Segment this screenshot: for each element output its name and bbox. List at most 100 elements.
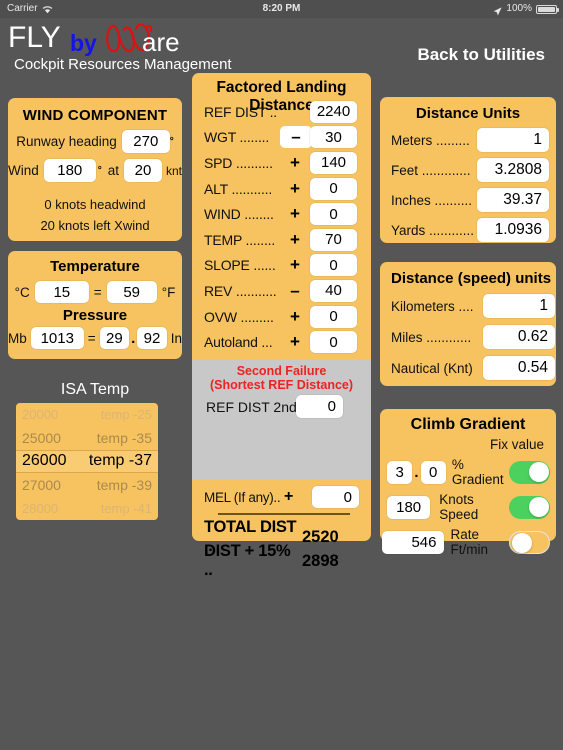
- table-row: TEMP ........ + 70: [192, 227, 371, 253]
- toggle-knob: [528, 462, 549, 482]
- isa-altitude-label: 26000: [22, 452, 67, 470]
- pressure-row: Mb 1013 = 29 . 92 In: [8, 327, 182, 349]
- wind-label: Wind: [8, 163, 39, 178]
- row-sign[interactable]: +: [280, 153, 310, 173]
- climb-gradient-panel: Climb Gradient Fix value 3 . 0 % Gradien…: [380, 409, 556, 557]
- isa-temp-option[interactable]: 20000 temp -25: [16, 403, 158, 426]
- isa-temp-option[interactable]: 27000 temp -39: [16, 473, 158, 496]
- table-row: Feet ............. 3.2808: [380, 158, 556, 182]
- second-failure-subtitle: (Shortest REF Distance): [209, 378, 354, 392]
- pressure-title: Pressure: [62, 307, 128, 324]
- inches-input[interactable]: 39.37: [477, 188, 549, 212]
- row-sign-toggle[interactable]: –: [280, 126, 312, 149]
- row-input[interactable]: 140: [310, 151, 357, 174]
- celsius-unit-label: °C: [14, 284, 30, 300]
- row-label: SPD ..........: [204, 154, 273, 171]
- row-input[interactable]: 0: [310, 305, 357, 328]
- gradient-label: % Gradient: [451, 457, 504, 487]
- equals-sign-2: =: [87, 330, 96, 346]
- yards-input[interactable]: 1.0936: [477, 218, 549, 242]
- knots-speed-input[interactable]: 180: [387, 495, 431, 519]
- nautical-input[interactable]: 0.54: [483, 356, 555, 380]
- knots-fix-toggle[interactable]: [509, 495, 550, 519]
- row-input[interactable]: 0: [310, 254, 357, 277]
- battery-full-icon: [536, 4, 559, 14]
- row-sign[interactable]: +: [280, 179, 310, 199]
- table-row: OVW ......... + 0: [192, 304, 371, 330]
- runway-heading-input[interactable]: 270: [121, 130, 170, 153]
- meters-input[interactable]: 1: [477, 128, 549, 152]
- celsius-input[interactable]: 15: [34, 281, 89, 303]
- feet-input[interactable]: 3.2808: [477, 158, 549, 182]
- row-label: OVW .........: [204, 308, 274, 325]
- row-label: TEMP ........: [204, 231, 276, 248]
- at-label: at: [107, 163, 120, 178]
- row-input[interactable]: 70: [310, 228, 357, 251]
- row-sign[interactable]: +: [280, 255, 310, 275]
- miles-input[interactable]: 0.62: [483, 325, 555, 349]
- row-input[interactable]: 30: [310, 126, 357, 149]
- gradient-decimal-point: .: [414, 463, 419, 481]
- millibar-input[interactable]: 1013: [30, 327, 84, 349]
- row-sign[interactable]: +: [280, 230, 310, 250]
- dist-plus-15-value: 2898: [302, 551, 339, 570]
- gradient-integer-input[interactable]: 3: [387, 460, 413, 484]
- row-sign[interactable]: +: [280, 204, 310, 224]
- row-input[interactable]: 0: [310, 331, 357, 354]
- isa-altitude-label: 20000: [22, 407, 59, 423]
- isa-temp-option[interactable]: 25000 temp -35: [16, 426, 158, 449]
- row-input[interactable]: 2240: [310, 100, 357, 123]
- temperature-panel: Temperature °C 15 = 59 °F Pressure Mb 10…: [8, 251, 182, 359]
- ref-dist-2nd-input[interactable]: 0: [296, 395, 343, 418]
- isa-altitude-label: 27000: [22, 476, 61, 493]
- row-sign[interactable]: +: [280, 307, 310, 327]
- table-row: WGT ........ – 30: [192, 125, 371, 151]
- row-label: WGT ........: [204, 129, 270, 146]
- back-to-utilities-button[interactable]: Back to Utilities: [417, 45, 545, 65]
- wind-direction-input[interactable]: 180: [43, 159, 96, 182]
- battery-percent-label: 100%: [506, 3, 532, 14]
- isa-altitude-label: 25000: [22, 430, 61, 447]
- inhg-decimal-point: .: [131, 329, 136, 347]
- row-sign[interactable]: +: [280, 332, 310, 352]
- inhg-integer-input[interactable]: 29: [99, 327, 130, 349]
- runway-heading-row: Runway heading 270 °: [8, 130, 182, 153]
- isa-temp-label: temp -41: [100, 500, 152, 516]
- isa-temp-option[interactable]: 28000 temp -41: [16, 497, 158, 520]
- table-row: Kilometers .... 1: [380, 294, 556, 318]
- distance-units-title: Distance Units: [415, 105, 521, 122]
- rate-fix-toggle[interactable]: [509, 530, 550, 554]
- rate-ftmin-input[interactable]: 546: [382, 530, 444, 554]
- mel-sign[interactable]: +: [284, 488, 300, 506]
- wind-component-title: WIND COMPONENT: [22, 107, 168, 124]
- isa-temp-picker[interactable]: 20000 temp -25 25000 temp -35 26000 temp…: [16, 403, 158, 520]
- rate-row: 546 Rate Ft/min: [380, 527, 556, 557]
- knots-unit-label: knt: [166, 163, 183, 178]
- wind-speed-input[interactable]: 20: [124, 159, 162, 182]
- fahrenheit-unit-label: °F: [161, 284, 176, 300]
- climb-gradient-title: Climb Gradient: [410, 416, 526, 433]
- headwind-readout: 0 knots headwind: [44, 197, 146, 212]
- gradient-fix-toggle[interactable]: [509, 460, 550, 484]
- fahrenheit-input[interactable]: 59: [106, 281, 157, 303]
- isa-temp-option-selected[interactable]: 26000 temp -37: [16, 449, 158, 474]
- logo-are-text: are: [142, 27, 180, 57]
- row-input[interactable]: 0: [310, 203, 357, 226]
- row-input[interactable]: 0: [310, 177, 357, 200]
- kilometers-input[interactable]: 1: [483, 294, 555, 318]
- mel-input[interactable]: 0: [312, 486, 359, 508]
- row-input[interactable]: 40: [310, 279, 357, 302]
- factored-landing-distance-panel: Factored Landing Distance REF DIST .. 22…: [192, 73, 371, 579]
- isa-altitude-label: 28000: [22, 500, 59, 516]
- ref-dist-2nd-row: REF DIST 2nd 0: [192, 395, 371, 418]
- status-clock: 8:20 PM: [262, 3, 301, 14]
- row-label: Meters .........: [391, 132, 470, 148]
- location-arrow-icon: [493, 5, 503, 15]
- row-sign[interactable]: –: [280, 281, 310, 301]
- row-label: Inches ..........: [391, 192, 473, 208]
- row-label: Feet .............: [391, 162, 471, 178]
- inhg-decimal-input[interactable]: 92: [137, 327, 167, 349]
- gradient-decimal-input[interactable]: 0: [420, 460, 446, 484]
- row-label: Nautical (Knt): [391, 360, 473, 376]
- logo-by-text: by: [70, 30, 97, 56]
